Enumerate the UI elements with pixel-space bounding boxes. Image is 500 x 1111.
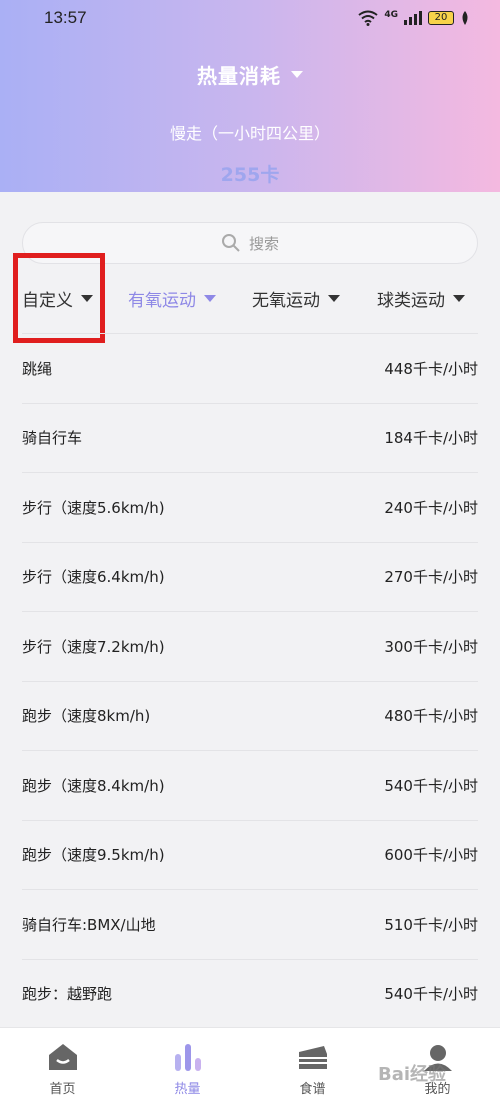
list-item[interactable]: 跑步（速度8km/h) 480千卡/小时 bbox=[22, 680, 478, 751]
status-time: 13:57 bbox=[44, 8, 87, 27]
filter-aerobic[interactable]: 有氧运动 bbox=[128, 272, 216, 324]
tab-calories[interactable]: 热量 bbox=[125, 1028, 250, 1111]
exercise-calories: 240千卡/小时 bbox=[384, 498, 478, 517]
list-item[interactable]: 跑步（速度9.5km/h) 600千卡/小时 bbox=[22, 819, 478, 890]
page-title: 热量消耗 bbox=[197, 64, 281, 88]
filter-ball-sports[interactable]: 球类运动 bbox=[377, 272, 465, 324]
tab-home[interactable]: 首页 bbox=[0, 1028, 125, 1111]
selected-activity: 慢走（一小时四公里） bbox=[169, 124, 330, 143]
search-placeholder: 搜索 bbox=[248, 234, 279, 253]
leaf-icon bbox=[462, 11, 468, 25]
exercise-calories: 600千卡/小时 bbox=[384, 846, 478, 865]
exercise-calories: 480千卡/小时 bbox=[384, 707, 478, 726]
exercise-name: 骑自行车:BMX/山地 bbox=[22, 915, 156, 934]
list-item[interactable]: 步行（速度6.4km/h) 270千卡/小时 bbox=[22, 541, 478, 612]
filter-label: 无氧运动 bbox=[252, 290, 320, 311]
cake-icon bbox=[298, 1046, 327, 1069]
exercise-name: 跑步：越野跑 bbox=[22, 985, 113, 1004]
exercise-calories: 300千卡/小时 bbox=[384, 637, 478, 656]
network-label: 4G bbox=[384, 10, 398, 20]
filter-anaerobic[interactable]: 无氧运动 bbox=[252, 272, 340, 324]
exercise-calories: 184千卡/小时 bbox=[384, 429, 478, 448]
exercise-name: 步行（速度6.4km/h) bbox=[22, 568, 165, 587]
chart-icon bbox=[174, 1044, 201, 1071]
exercise-calories: 510千卡/小时 bbox=[384, 915, 478, 934]
exercise-calories: 270千卡/小时 bbox=[384, 568, 478, 587]
list-item[interactable]: 跳绳 448千卡/小时 bbox=[22, 333, 478, 403]
exercise-list: 跳绳 448千卡/小时 骑自行车 184千卡/小时 步行（速度5.6km/h) … bbox=[22, 333, 478, 1028]
annotation-highlight-box bbox=[13, 253, 105, 343]
list-item[interactable]: 跑步（速度8.4km/h) 540千卡/小时 bbox=[22, 750, 478, 820]
list-item[interactable]: 骑自行车 184千卡/小时 bbox=[22, 402, 478, 473]
tab-label: 食谱 bbox=[299, 1082, 326, 1097]
home-icon bbox=[48, 1044, 77, 1070]
exercise-name: 跑步（速度9.5km/h) bbox=[22, 846, 165, 865]
tab-label: 热量 bbox=[174, 1082, 201, 1097]
exercise-calories: 540千卡/小时 bbox=[384, 776, 478, 795]
dropdown-arrow-icon bbox=[328, 294, 340, 302]
search-icon bbox=[221, 234, 240, 252]
filter-label: 有氧运动 bbox=[128, 290, 196, 311]
exercise-name: 跑步（速度8.4km/h) bbox=[22, 776, 165, 795]
dropdown-arrow-icon bbox=[291, 71, 303, 78]
list-item[interactable]: 步行（速度5.6km/h) 240千卡/小时 bbox=[22, 472, 478, 542]
calorie-value: 255卡 bbox=[220, 164, 280, 186]
exercise-name: 跑步（速度8km/h) bbox=[22, 707, 151, 726]
exercise-name: 步行（速度7.2km/h) bbox=[22, 637, 165, 656]
tab-recipes[interactable]: 食谱 bbox=[250, 1028, 375, 1111]
exercise-name: 跳绳 bbox=[22, 359, 53, 378]
dropdown-arrow-icon bbox=[204, 294, 216, 302]
signal-icon bbox=[404, 11, 422, 25]
status-bar: 13:57 4G 20 bbox=[0, 0, 500, 36]
dropdown-arrow-icon bbox=[453, 294, 465, 302]
header-banner: 13:57 4G 20 热量消耗 慢走（一小时四公里） 255卡 bbox=[0, 0, 500, 192]
tab-label: 首页 bbox=[49, 1082, 76, 1097]
list-item[interactable]: 步行（速度7.2km/h) 300千卡/小时 bbox=[22, 611, 478, 681]
title-dropdown[interactable]: 热量消耗 bbox=[0, 60, 500, 89]
filter-label: 球类运动 bbox=[377, 290, 445, 311]
wifi-icon bbox=[358, 10, 378, 26]
exercise-calories: 448千卡/小时 bbox=[384, 359, 478, 378]
battery-icon: 20 bbox=[428, 11, 454, 25]
baidu-watermark: Bai经验 bbox=[378, 1064, 447, 1085]
status-icons: 4G 20 bbox=[358, 10, 470, 26]
exercise-name: 骑自行车 bbox=[22, 429, 83, 448]
exercise-calories: 540千卡/小时 bbox=[384, 985, 478, 1004]
battery-level: 20 bbox=[434, 12, 448, 23]
list-item[interactable]: 跑步：越野跑 540千卡/小时 bbox=[22, 958, 478, 1029]
exercise-name: 步行（速度5.6km/h) bbox=[22, 498, 165, 517]
list-item[interactable]: 骑自行车:BMX/山地 510千卡/小时 bbox=[22, 889, 478, 959]
